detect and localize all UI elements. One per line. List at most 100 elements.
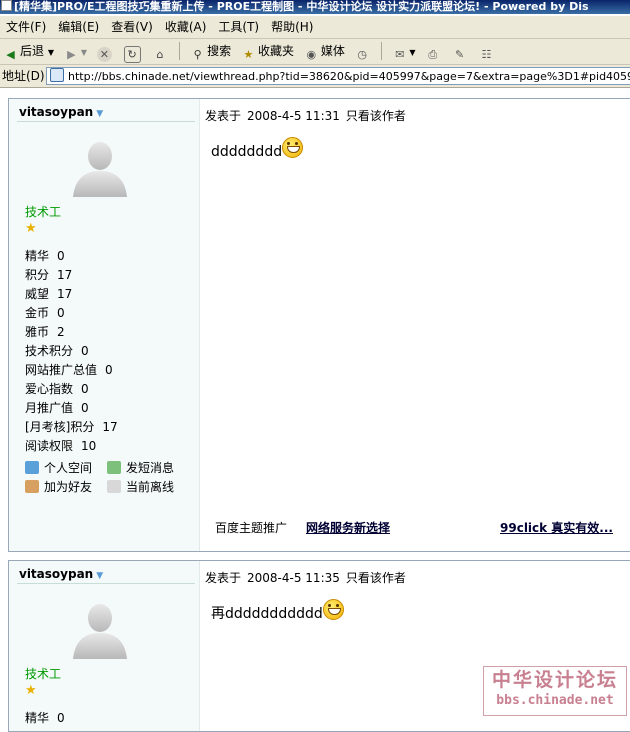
post: vitasoypan ▼ 技术工 ★ 精华 0 积分 17 威望 17 金币 0 雅币 2 … [8,98,630,552]
window-title: [精华集]PRO/E工程图技巧集重新上传 - PROE工程制图 - 中华设计论坛… [14,0,589,13]
mail-button[interactable]: ✉ ▼ [389,40,418,62]
stat-row: 精华 0 [25,247,118,266]
personal-space-link[interactable]: 个人空间 [25,459,107,478]
menu-tools[interactable]: 工具(T) [212,16,265,38]
add-friend-link[interactable]: 加为好友 [25,478,107,497]
user-rank: 技术工 [25,667,62,681]
stat-value: 0 [105,363,113,377]
stat-value: 0 [57,249,65,263]
menu-bar: 文件(F) 编辑(E) 查看(V) 收藏(A) 工具(T) 帮助(H) [0,16,630,39]
favorites-label: 收藏夹 [257,44,294,58]
author-sidebar: vitasoypan ▼ 技术工 ★ 精华 0 积分 17 威望 17 金币 0 雅币 2 … [9,99,200,551]
ad-label: 百度主题推广 [215,521,288,535]
stat-row: 精华 0 [25,709,65,728]
post-text: 再ddddddddddd [211,606,323,622]
star-icon: ★ [25,683,37,698]
menu-help[interactable]: 帮助(H) [265,16,319,38]
favorites-button[interactable]: ★ 收藏夹 [238,40,297,62]
address-bar: 地址(D) http://bbs.chinade.net/viewthread.… [0,65,630,88]
message-icon [107,461,121,474]
stat-value: 17 [57,268,73,282]
toolbar-separator [381,42,383,60]
mail-dropdown-icon[interactable]: ▼ [409,48,415,57]
author-name[interactable]: vitasoypan ▼ [19,105,103,119]
edit-button[interactable]: ✎ [449,40,472,62]
ie-page-icon [1,0,12,11]
back-dropdown-icon[interactable]: ▼ [48,48,54,57]
avatar[interactable] [69,139,131,197]
refresh-button[interactable]: ↻ [121,40,146,63]
history-icon: ◷ [357,48,367,61]
ad-link[interactable]: 网络服务新选择 [306,519,390,536]
mail-icon: ✉ [395,48,405,61]
post-body: dddddddd [211,137,304,160]
forward-dropdown-icon[interactable]: ▼ [81,48,87,57]
history-button[interactable]: ◷ [352,40,375,62]
toolbar-separator [179,42,181,60]
author-name-text: vitasoypan [19,105,94,119]
refresh-icon: ↻ [123,46,141,63]
home-icon [25,461,39,474]
page-content: vitasoypan ▼ 技术工 ★ 精华 0 积分 17 威望 17 金币 0 雅币 2 … [0,88,630,732]
post-header: 发表于 2008-4-5 11:35 只看该作者 [205,569,412,586]
stat-label: 雅币 [25,325,50,339]
menu-edit[interactable]: 编辑(E) [52,16,105,38]
chevron-down-icon[interactable]: ▼ [96,571,103,581]
add-friend-label: 加为好友 [44,480,93,494]
stat-row: 积分 17 [25,266,118,285]
media-label: 媒体 [320,44,345,58]
avatar[interactable] [69,601,131,659]
stop-icon: ✕ [96,47,112,62]
search-button[interactable]: ⚲ 搜索 [187,40,234,62]
ad-link[interactable]: 99click 真实有效... [500,519,613,536]
watermark-title: 中华设计论坛 [491,669,618,691]
back-arrow-icon: ◀ [6,48,15,61]
author-name-text: vitasoypan [19,567,94,581]
personal-space-label: 个人空间 [44,461,93,475]
user-stats: 精华 0 [25,709,65,728]
stat-label: 金币 [25,306,50,320]
stat-label: 爱心指数 [25,382,74,396]
back-button[interactable]: ◀ 后退 ▼ [0,40,57,62]
address-input[interactable]: http://bbs.chinade.net/viewthread.php?ti… [46,67,630,85]
search-label: 搜索 [207,44,232,58]
grin-smiley-icon [322,599,344,620]
posted-label: 发表于 [205,571,242,585]
stat-value: 0 [57,306,65,320]
send-message-label: 发短消息 [126,461,175,475]
online-status: 当前离线 [107,478,189,497]
media-button[interactable]: ◉ 媒体 [301,40,348,62]
send-message-link[interactable]: 发短消息 [107,459,189,478]
add-friend-icon [25,480,39,493]
author-name[interactable]: vitasoypan ▼ [19,567,103,581]
online-status-label: 当前离线 [126,480,175,494]
window-title-bar: [精华集]PRO/E工程图技巧集重新上传 - PROE工程制图 - 中华设计论坛… [0,0,630,14]
stat-row: 网站推广总值 0 [25,361,118,380]
chevron-down-icon[interactable]: ▼ [96,109,103,119]
home-button[interactable]: ⌂ [149,40,172,62]
only-author-link[interactable]: 只看该作者 [346,109,406,123]
user-rank: 技术工 [25,205,62,219]
menu-view[interactable]: 查看(V) [105,16,159,38]
forward-button[interactable]: ▶ ▼ [61,40,90,62]
only-author-link[interactable]: 只看该作者 [346,571,406,585]
stat-label: 精华 [25,711,50,725]
stat-value: 17 [102,420,118,434]
star-icon: ★ [25,221,37,236]
author-sidebar: vitasoypan ▼ 技术工 ★ 精华 0 [9,561,200,731]
print-button[interactable]: ⎙ [422,40,445,62]
stat-row: 金币 0 [25,304,118,323]
messenger-button[interactable]: ☷ [476,40,499,62]
menu-file[interactable]: 文件(F) [0,16,52,38]
stat-label: 月推广值 [25,401,74,415]
messenger-icon: ☷ [481,48,492,61]
user-stats: 精华 0 积分 17 威望 17 金币 0 雅币 2 技术积分 0 网站推广总值 0 爱心指数… [25,247,118,456]
search-icon: ⚲ [193,48,202,61]
stop-button[interactable]: ✕ [94,40,117,62]
back-label: 后退 [20,44,45,58]
stat-value: 0 [81,344,89,358]
stat-row: 技术积分 0 [25,342,118,361]
address-label: 地址(D) [2,69,45,83]
stat-row: 威望 17 [25,285,118,304]
menu-favorites[interactable]: 收藏(A) [159,16,213,38]
